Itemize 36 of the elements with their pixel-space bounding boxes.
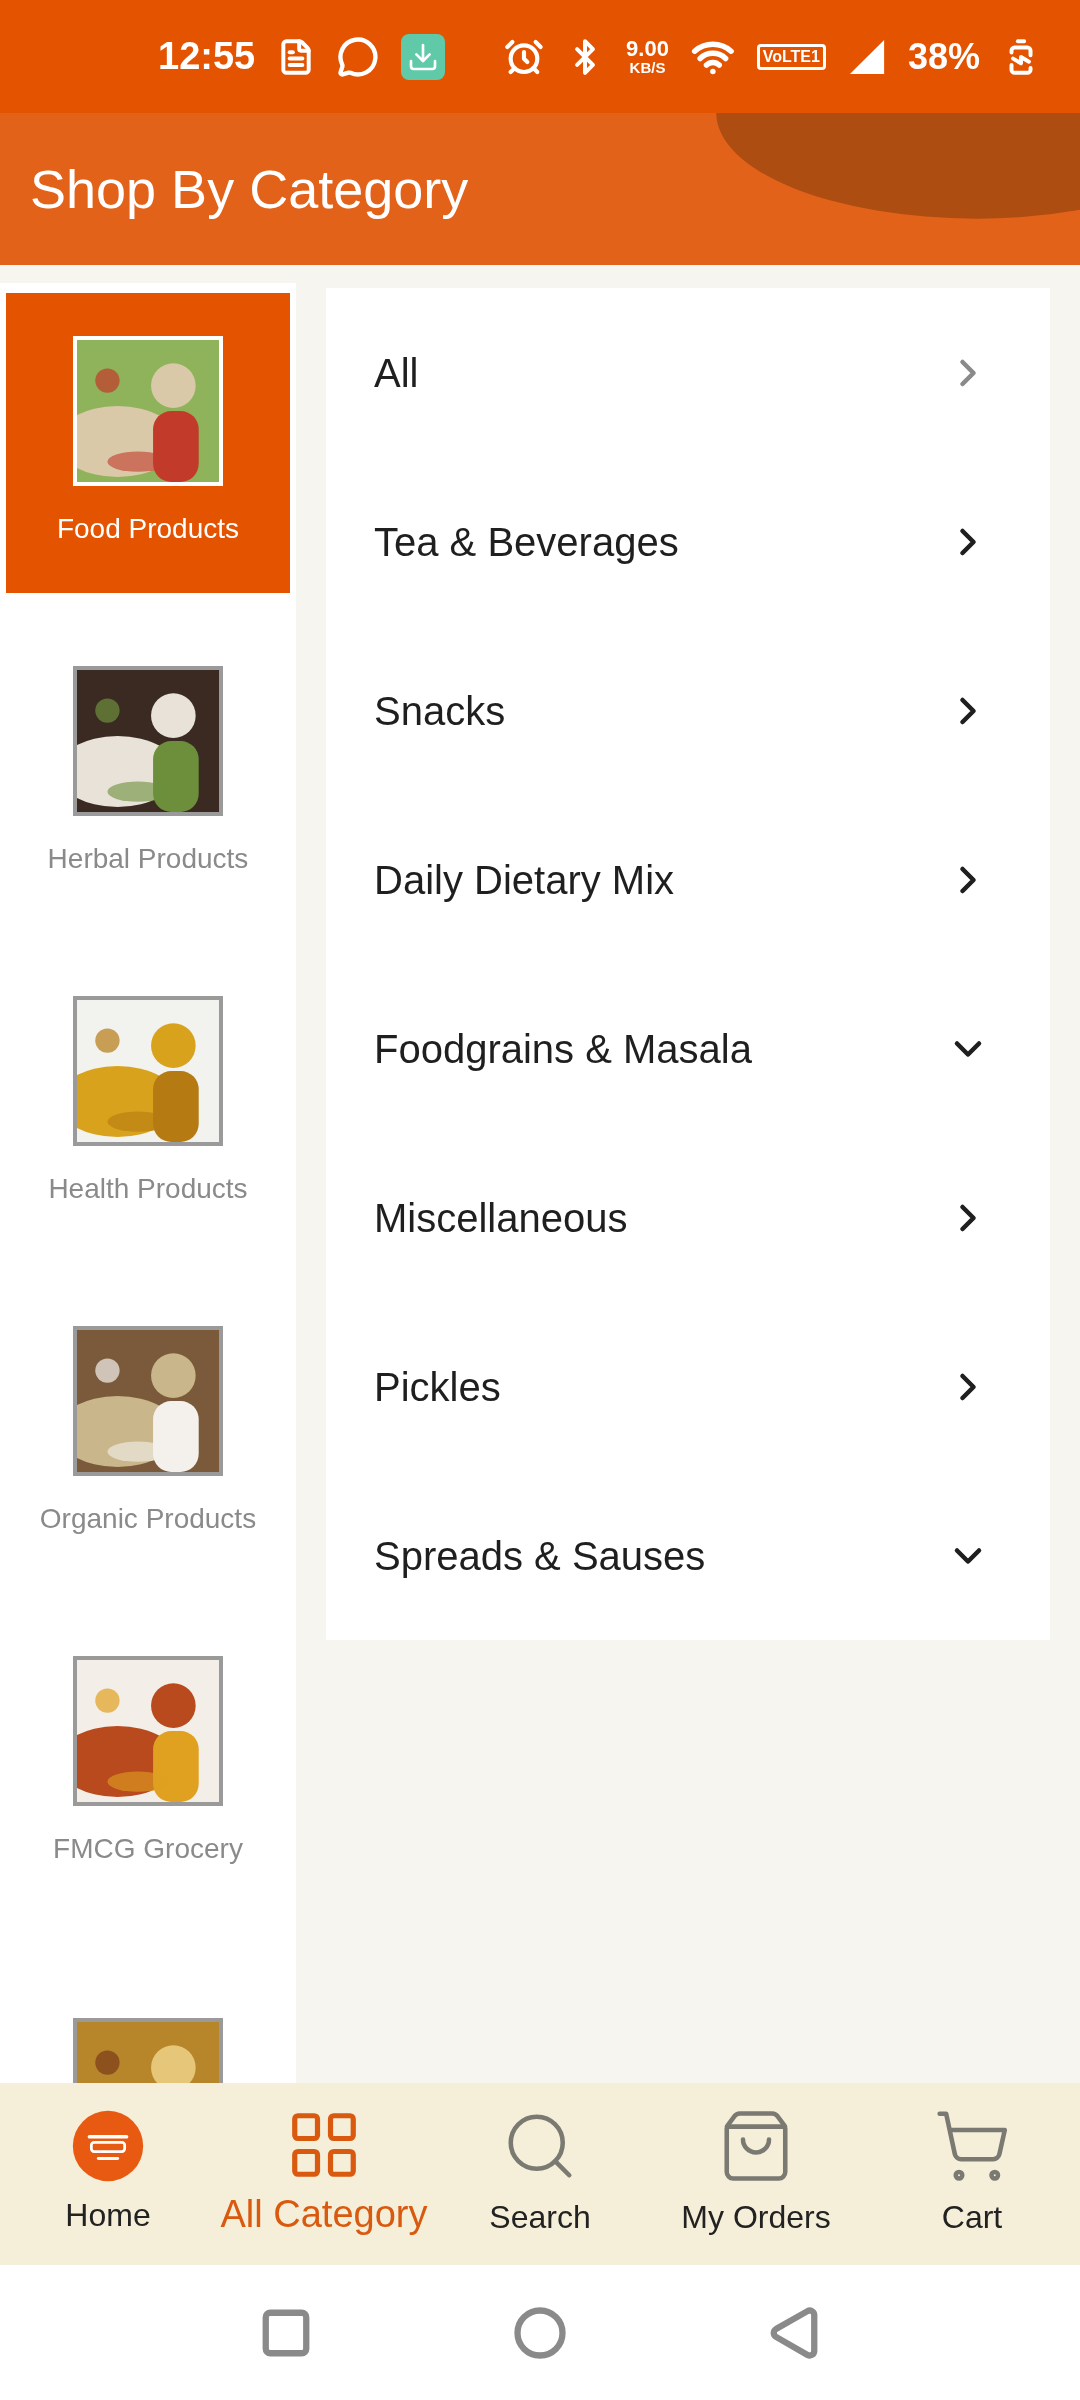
home-icon[interactable] [513,2305,567,2360]
sidebar-item[interactable]: Food Products [6,293,290,593]
logo-icon [71,2109,145,2183]
sidebar-label: Organic Products [39,1502,257,1536]
category-label: Snacks [374,687,506,735]
download-icon [401,33,445,80]
page-title: Shop By Category [30,157,469,221]
category-label: Daily Dietary Mix [374,856,675,904]
category-row[interactable]: Foodgrains & Masala [326,964,1050,1133]
category-label: Foodgrains & Masala [374,1025,752,1073]
nav-tab[interactable]: Cart [864,2107,1080,2241]
category-label: Miscellaneous [374,1194,628,1242]
battery-percent: 38% [907,34,980,79]
category-label: Pickles [374,1363,501,1411]
category-row[interactable]: Snacks [326,626,1050,795]
nav-tab[interactable]: Home [0,2109,216,2239]
chat-icon [337,34,380,79]
category-row[interactable]: Spreads & Sauses [326,1471,1050,1640]
category-label: All [374,349,419,397]
category-row[interactable]: Pickles [326,1302,1050,1471]
category-label: Tea & Beverages [374,518,679,566]
sidebar-label: Food Products [56,512,240,546]
category-row[interactable]: Daily Dietary Mix [326,795,1050,964]
sidebar-label: Health Products [48,1172,248,1206]
speed-unit: KB/S [629,60,666,75]
sidebar-label: Herbal Products [47,842,249,876]
sidebar-label: FMCG Grocery [53,1832,243,1866]
category-row[interactable]: Miscellaneous [326,1133,1050,1302]
category-row[interactable]: Tea & Beverages [326,457,1050,626]
clock-time: 12:55 [158,34,256,79]
category-label: Spreads & Sauses [374,1532,706,1580]
volte-badge: VoLTE1 [756,43,826,70]
nav-tab[interactable]: Search [432,2107,648,2241]
nav-tab[interactable]: My Orders [648,2107,864,2241]
network-speed: 9.00 [626,38,669,60]
category-row[interactable]: All [326,288,1050,457]
